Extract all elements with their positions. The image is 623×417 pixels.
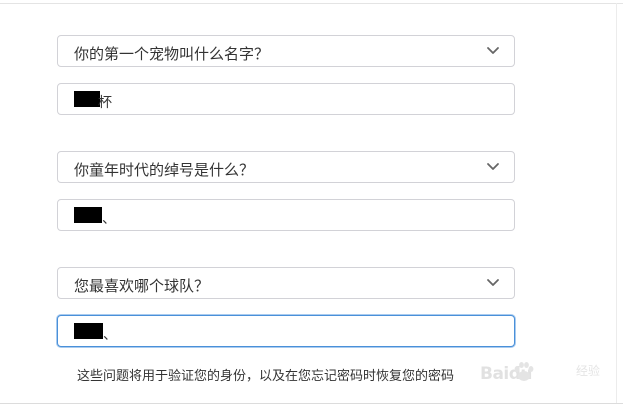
answer-3-field[interactable]: 、 bbox=[57, 315, 515, 347]
answer-3-redaction bbox=[74, 323, 103, 339]
question-3-select[interactable]: 您最喜欢哪个球队？ bbox=[57, 267, 515, 299]
answer-1-visible-text: 杯 bbox=[98, 95, 112, 111]
answer-1-field[interactable]: 杯 bbox=[57, 83, 515, 115]
answer-2-redaction bbox=[74, 207, 102, 223]
question-3-label: 您最喜欢哪个球队？ bbox=[74, 277, 210, 295]
question-2-select[interactable]: 你童年时代的绰号是什么？ bbox=[57, 151, 515, 183]
top-divider bbox=[0, 3, 623, 4]
security-questions-page: 你的第一个宠物叫什么名字？ 杯 你童年时代的绰号是什么？ 、 您最喜欢哪个球队？… bbox=[0, 0, 623, 417]
chevron-down-icon bbox=[487, 163, 499, 170]
paw-icon bbox=[514, 362, 534, 381]
question-2-label: 你童年时代的绰号是什么？ bbox=[74, 161, 255, 179]
chevron-down-icon bbox=[487, 47, 499, 54]
right-divider bbox=[616, 3, 617, 403]
security-hint-text: 这些问题将用于验证您的身份，以及在您忘记密码时恢复您的密码 bbox=[77, 369, 455, 384]
baidu-watermark: Baidu 经验 bbox=[480, 358, 620, 392]
bottom-divider bbox=[0, 403, 623, 404]
answer-2-field[interactable]: 、 bbox=[57, 199, 515, 231]
question-1-select[interactable]: 你的第一个宠物叫什么名字？ bbox=[57, 35, 515, 67]
answer-1-redaction bbox=[74, 91, 100, 107]
chevron-down-icon bbox=[487, 279, 499, 286]
answer-2-visible-text: 、 bbox=[102, 211, 116, 227]
watermark-sub: 经验 bbox=[576, 364, 601, 378]
answer-3-visible-text: 、 bbox=[103, 327, 117, 343]
question-1-label: 你的第一个宠物叫什么名字？ bbox=[74, 45, 270, 63]
